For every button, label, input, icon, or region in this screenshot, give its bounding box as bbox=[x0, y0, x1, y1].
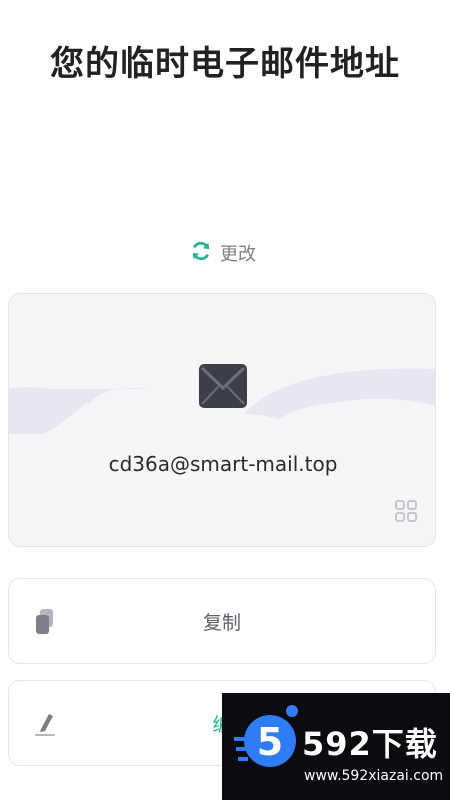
watermark-brand: 592下载 bbox=[302, 725, 438, 763]
refresh-icon bbox=[190, 240, 212, 266]
watermark: 5 592下载 www.592xiazai.com bbox=[222, 693, 450, 800]
card-wave-background bbox=[9, 368, 435, 434]
watermark-logo: 5 bbox=[234, 701, 304, 783]
copy-icon bbox=[35, 609, 55, 639]
email-address[interactable]: cd36a@smart-mail.top bbox=[9, 452, 435, 476]
copy-button[interactable]: 复制 bbox=[8, 578, 436, 664]
copy-label: 复制 bbox=[202, 611, 241, 634]
email-card: cd36a@smart-mail.top bbox=[8, 293, 436, 547]
change-email-button[interactable]: 更改 bbox=[190, 238, 256, 268]
qr-code-icon[interactable] bbox=[395, 500, 417, 526]
page-title: 您的临时电子邮件地址 bbox=[50, 44, 400, 84]
edit-icon bbox=[35, 711, 57, 741]
change-label: 更改 bbox=[220, 244, 256, 265]
svg-text:5: 5 bbox=[257, 720, 283, 764]
mail-icon bbox=[199, 364, 247, 412]
watermark-url: www.592xiazai.com bbox=[304, 768, 444, 784]
